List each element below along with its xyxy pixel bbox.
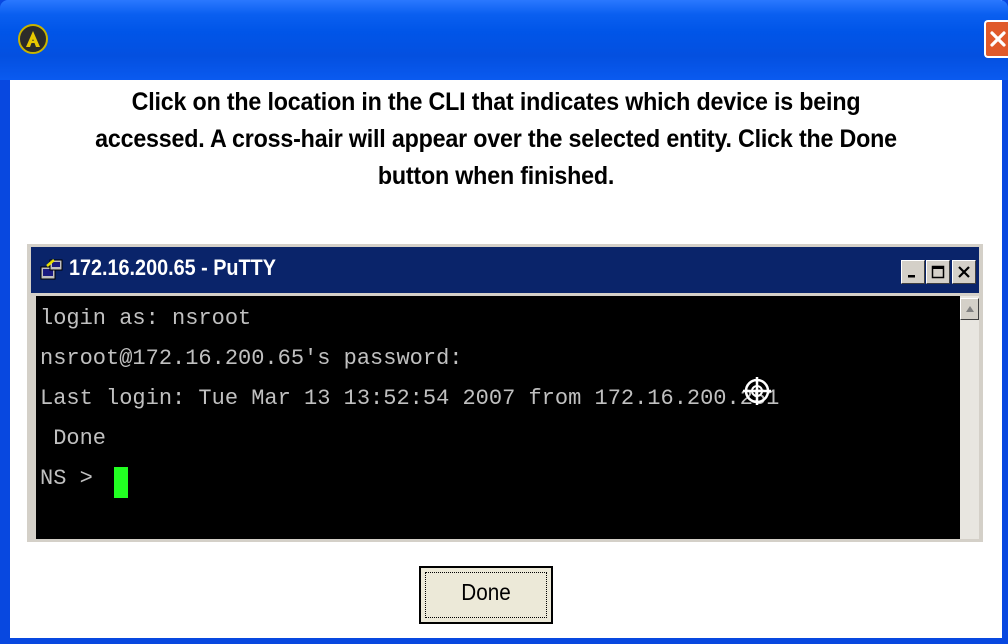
instructions-line: Click on the location in the CLI that in… [131, 88, 861, 116]
putty-titlebar: 172.16.200.65 - PuTTY [31, 247, 979, 293]
maximize-icon [931, 265, 945, 279]
terminal-line[interactable]: login as: nsroot [40, 306, 251, 331]
instructions-text: Click on the location in the CLI that in… [35, 84, 958, 195]
crosshair-icon [743, 377, 771, 405]
dialog-content: Click on the location in the CLI that in… [0, 0, 992, 638]
instructions-line: button when finished. [377, 162, 615, 190]
putty-maximize-button[interactable] [926, 260, 950, 284]
terminal-line[interactable]: Done [40, 426, 106, 451]
done-button[interactable]: Done [419, 566, 553, 624]
instructions-line: accessed. A cross-hair will appear over … [95, 125, 897, 153]
scroll-up-button[interactable] [960, 298, 979, 320]
putty-minimize-button[interactable] [901, 260, 925, 284]
putty-icon [40, 259, 63, 280]
terminal-prompt[interactable]: NS > [40, 466, 106, 491]
terminal-cursor [114, 467, 128, 498]
terminal-area[interactable]: login as: nsroot nsroot@172.16.200.65's … [36, 296, 960, 539]
putty-close-button[interactable] [952, 260, 976, 284]
arrow-up-icon [966, 306, 974, 312]
terminal-line[interactable]: Last login: Tue Mar 13 13:52:54 2007 fro… [40, 386, 779, 411]
terminal-scrollbar[interactable] [960, 296, 979, 539]
done-button-label: Done [461, 579, 511, 605]
putty-window: 172.16.200.65 - PuTTY login as: nsroot n… [27, 244, 983, 542]
putty-title: 172.16.200.65 - PuTTY [69, 255, 276, 280]
terminal-line[interactable]: nsroot@172.16.200.65's password: [40, 346, 462, 371]
minimize-icon [908, 275, 915, 278]
close-icon [958, 266, 970, 278]
